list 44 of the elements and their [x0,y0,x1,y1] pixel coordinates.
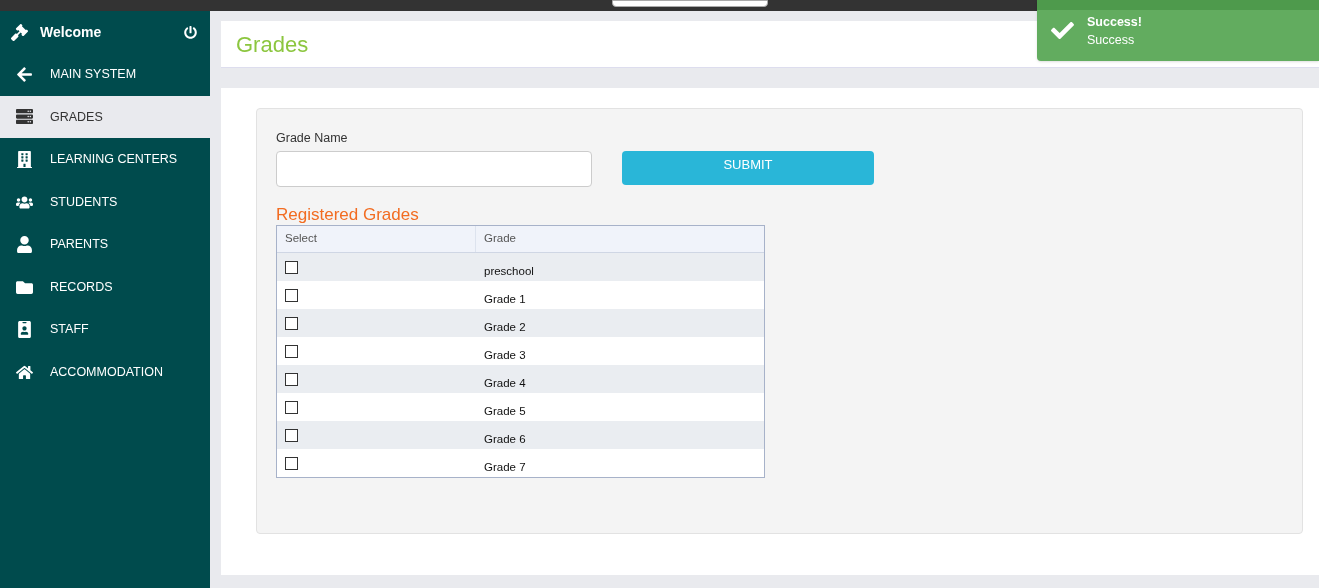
server-icon [16,108,33,126]
column-header: Select [277,225,476,252]
table-cell-text: Grade 4 [483,375,527,391]
toast-title: Success! [1087,14,1142,31]
row-checkbox[interactable] [285,400,298,414]
page-title: Grades [236,30,309,59]
row-checkbox[interactable] [285,372,298,386]
power-icon[interactable] [184,25,197,39]
table-cell-text: Grade 5 [483,403,527,419]
sidebar-item[interactable]: ACCOMMODATION [0,351,210,394]
sidebar-item[interactable]: STUDENTS [0,180,210,224]
user-icon [16,236,33,254]
table-cell-text: Grade 3 [483,347,527,363]
table-cell-text: Grade 2 [483,319,527,335]
row-checkbox[interactable] [285,260,298,274]
row-checkbox[interactable] [285,344,298,358]
id-badge-icon [16,321,33,339]
table-cell-text: Grade 6 [483,431,527,447]
field-label: Grade Name [276,130,349,147]
sidebar-item[interactable]: PARENTS [0,223,210,266]
sidebar-item[interactable]: LEARNING CENTERS [0,138,210,181]
check-icon [1051,19,1074,42]
table-cell-text: Grade 7 [483,459,527,475]
gavel-icon [11,23,28,41]
section-title: Registered Grades [276,204,420,225]
table-cell-text: preschool [483,263,535,279]
row-checkbox[interactable] [285,456,298,470]
welcome-title: Welcome [40,22,103,42]
row-checkbox[interactable] [285,316,298,330]
building-icon [16,151,33,168]
row-checkbox[interactable] [285,288,298,302]
home-icon [16,363,33,381]
sidebar-item[interactable]: RECORDS [0,265,210,309]
column-header: Grade [483,231,517,247]
sidebar-item[interactable]: MAIN SYSTEM [0,53,210,96]
row-checkbox[interactable] [285,428,298,442]
table-cell-text: Grade 1 [483,291,527,307]
grade-name-field[interactable] [276,150,592,187]
folder-icon [16,278,33,296]
toast-message: Success [1087,32,1136,49]
arrow-left-icon [16,65,33,83]
sidebar-item[interactable]: GRADES [0,95,210,139]
sidebar-item[interactable]: STAFF [0,308,210,352]
address-field[interactable] [612,0,768,7]
